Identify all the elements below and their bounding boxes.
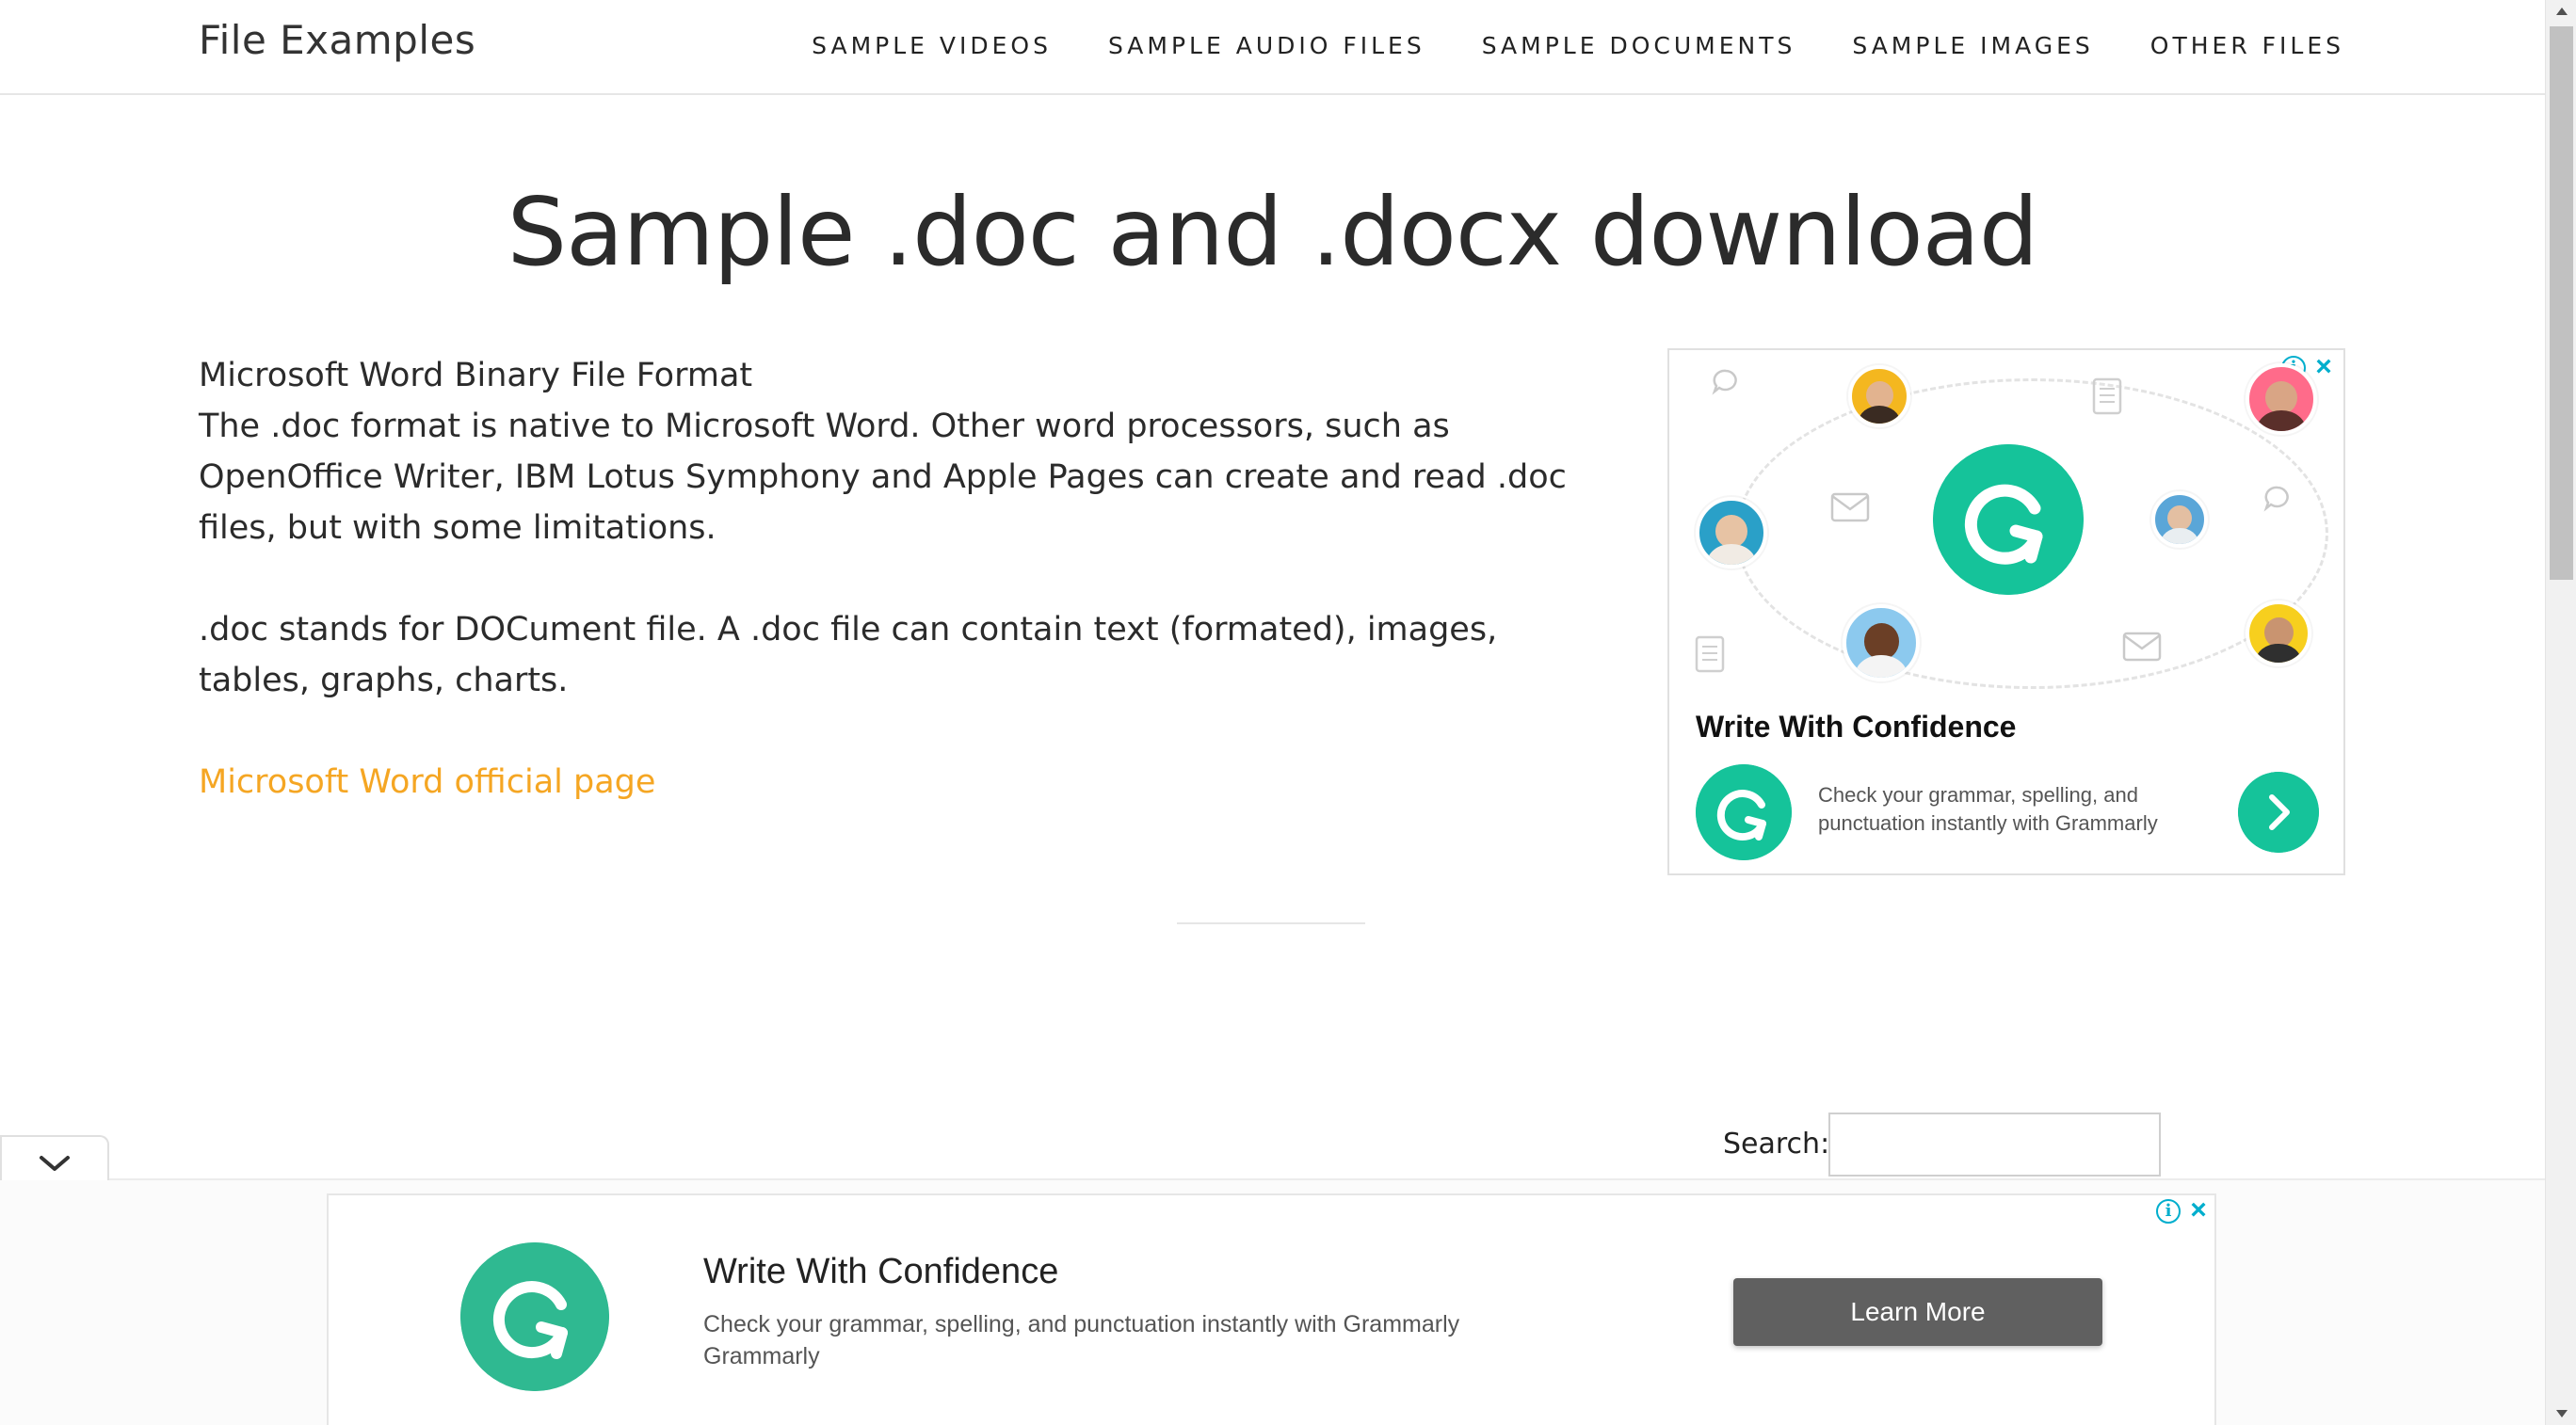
- ad-close-icon[interactable]: ×: [2186, 1196, 2211, 1225]
- ad-info-icon[interactable]: i: [2156, 1199, 2181, 1224]
- learn-more-button[interactable]: Learn More: [1733, 1278, 2102, 1346]
- format-subtitle: Microsoft Word Binary File Format: [199, 357, 753, 394]
- mail-icon: [2122, 632, 2162, 662]
- side-advertisement[interactable]: i ×: [1667, 348, 2345, 875]
- nav-other-files[interactable]: OTHER FILES: [2150, 32, 2344, 59]
- document-icon: [1695, 635, 1725, 673]
- nav-sample-documents[interactable]: SAMPLE DOCUMENTS: [1482, 32, 1796, 59]
- page-scrollbar[interactable]: [2545, 0, 2576, 1425]
- grammarly-logo-icon: [1696, 764, 1792, 860]
- grammarly-logo-icon[interactable]: [460, 1242, 609, 1391]
- chevron-right-icon[interactable]: [2238, 772, 2319, 853]
- site-header: File Examples SAMPLE VIDEOS SAMPLE AUDIO…: [0, 0, 2545, 95]
- user-avatar: [1696, 497, 1767, 568]
- search-input[interactable]: [1828, 1113, 2161, 1177]
- ad-close-icon[interactable]: ×: [2311, 353, 2336, 381]
- scrollbar-thumb[interactable]: [2550, 26, 2573, 580]
- user-avatar: [2246, 363, 2317, 435]
- grammarly-logo-icon: [1933, 444, 2084, 595]
- main-nav: SAMPLE VIDEOS SAMPLE AUDIO FILES SAMPLE …: [812, 32, 2344, 59]
- ad-body-text: Check your grammar, spelling, and punctu…: [1818, 783, 2158, 835]
- site-logo[interactable]: File Examples: [199, 17, 475, 63]
- nav-sample-videos[interactable]: SAMPLE VIDEOS: [812, 32, 1052, 59]
- document-icon: [2092, 377, 2122, 415]
- article-content: Microsoft Word Binary File Format The .d…: [199, 350, 1592, 808]
- user-avatar: [1848, 365, 1910, 427]
- nav-sample-audio-files[interactable]: SAMPLE AUDIO FILES: [1108, 32, 1425, 59]
- scroll-down-arrow-icon[interactable]: [2556, 1410, 2568, 1417]
- chat-bubble-icon: [2263, 486, 2289, 512]
- anchor-ad-container: i × Write With Confidence Check your gra…: [0, 1180, 2545, 1425]
- scroll-up-arrow-icon[interactable]: [2556, 8, 2568, 15]
- bottom-ad-brand: Grammarly: [703, 1343, 820, 1369]
- chat-bubble-icon: [1712, 369, 1737, 395]
- user-avatar: [2151, 491, 2208, 548]
- page-title: Sample .doc and .docx download: [507, 177, 2039, 287]
- definition-paragraph: .doc stands for DOCument file. A .doc fi…: [199, 611, 1498, 699]
- search-label: Search:: [1723, 1128, 1830, 1161]
- section-divider: [1177, 922, 1365, 924]
- chevron-down-icon[interactable]: [2, 1137, 111, 1184]
- mail-icon: [1830, 492, 1870, 522]
- user-avatar: [1843, 604, 1920, 681]
- intro-paragraph: The .doc format is native to Microsoft W…: [199, 408, 1567, 547]
- ad-controls: i ×: [2156, 1196, 2211, 1225]
- collapse-ad-tab[interactable]: [0, 1135, 109, 1182]
- bottom-advertisement[interactable]: i × Write With Confidence Check your gra…: [327, 1193, 2216, 1425]
- user-avatar: [2246, 600, 2311, 666]
- nav-sample-images[interactable]: SAMPLE IMAGES: [1852, 32, 2093, 59]
- ad-headline[interactable]: Write With Confidence: [1696, 710, 2016, 745]
- bottom-ad-body-text: Check your grammar, spelling, and punctu…: [703, 1311, 1460, 1337]
- bottom-ad-title[interactable]: Write With Confidence: [703, 1252, 1058, 1292]
- bottom-ad-body: Check your grammar, spelling, and punctu…: [703, 1308, 1551, 1372]
- microsoft-word-link[interactable]: Microsoft Word official page: [199, 763, 655, 801]
